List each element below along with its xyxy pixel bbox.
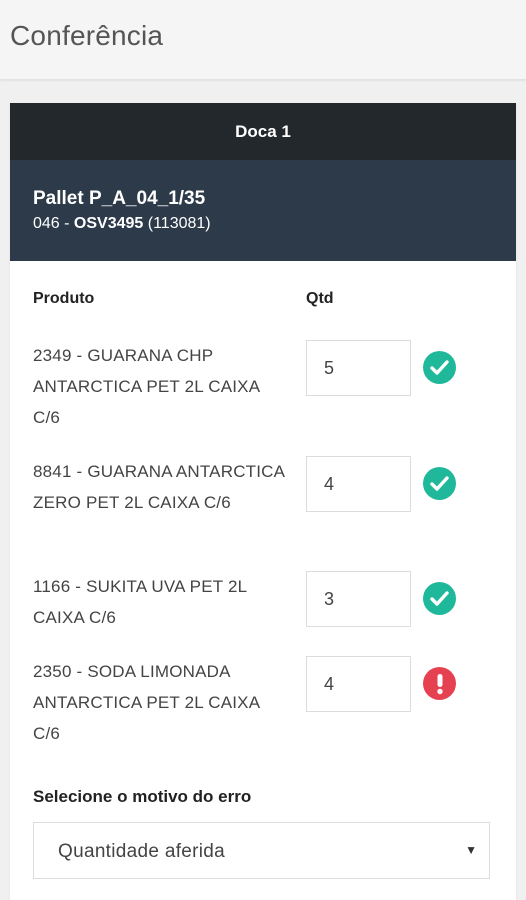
quantity-input[interactable]: [306, 656, 411, 712]
page-title: Conferência: [10, 20, 164, 51]
error-reason-select[interactable]: Quantidade aferida ▼: [33, 822, 490, 879]
check-circle-icon: [423, 351, 456, 384]
pallet-title: Pallet P_A_04_1/35: [33, 188, 206, 209]
pallet-code-bold: OSV3495: [73, 215, 144, 232]
pallet-code-prefix: 046 -: [33, 215, 74, 232]
quantity-input[interactable]: [306, 571, 411, 627]
exclamation-circle-icon: [423, 667, 456, 700]
product-description: 2349 - GUARANA CHP ANTARCTICA PET 2L CAI…: [33, 346, 260, 427]
product-description: 8841 - GUARANA ANTARCTICA ZERO PET 2L CA…: [33, 462, 285, 512]
quantity-input[interactable]: [306, 340, 411, 396]
column-header-product: Produto: [33, 290, 95, 307]
dock-header: Doca 1: [10, 103, 516, 160]
error-reason-label: Selecione o motivo do erro: [33, 787, 252, 806]
check-circle-icon: [423, 582, 456, 615]
caret-down-icon: ▼: [465, 843, 477, 857]
product-description: 2350 - SODA LIMONADA ANTARCTICA PET 2L C…: [33, 662, 260, 743]
pallet-code-suffix: (113081): [143, 215, 211, 232]
quantity-input[interactable]: [306, 456, 411, 512]
error-reason-selected-value: Quantidade aferida: [58, 841, 226, 862]
check-circle-icon: [423, 467, 456, 500]
column-header-qty: Qtd: [306, 290, 334, 307]
pallet-subtitle: 046 - OSV3495 (113081): [33, 213, 493, 235]
top-bar: Conferência: [0, 0, 526, 80]
pallet-header: Pallet P_A_04_1/35 046 - OSV3495 (113081…: [10, 160, 516, 261]
product-description: 1166 - SUKITA UVA PET 2L CAIXA C/6: [33, 577, 247, 627]
dock-title: Doca 1: [235, 121, 291, 141]
conference-card: Doca 1 Pallet P_A_04_1/35 046 - OSV3495 …: [10, 103, 516, 900]
